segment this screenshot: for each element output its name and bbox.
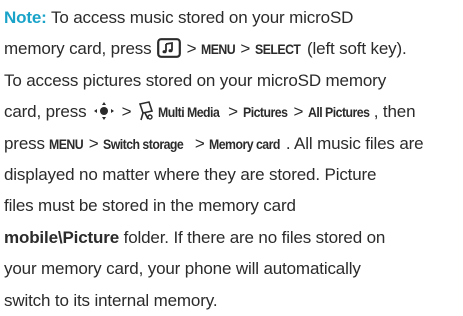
multimedia-label: Multi Media [157, 104, 220, 121]
line-9: your memory card, your phone will automa… [4, 259, 361, 279]
pictures-label: Pictures [242, 104, 288, 121]
line-1: Note: To access music stored on your mic… [4, 2, 462, 33]
line-2: memory card, press > MENU > SELECT (left… [4, 33, 462, 64]
menu-key-label: MENU [201, 41, 236, 58]
line-4: card, press > Multi Media > Pictures > A… [4, 96, 462, 127]
line-10: switch to its internal memory. [4, 290, 218, 310]
menu-key-label: MENU [49, 135, 84, 152]
text: press [4, 133, 50, 153]
line-7: files must be stored in the memory card [4, 196, 296, 216]
multimedia-icon [137, 100, 155, 121]
memory-card-label: Memory card [209, 135, 281, 152]
select-key-label: SELECT [254, 41, 301, 58]
text: > [117, 102, 136, 122]
text: (left soft key). [302, 39, 407, 59]
text: , then [373, 102, 416, 122]
text: memory card, press [4, 39, 157, 59]
note-label: Note: [4, 8, 47, 27]
text: > [190, 133, 210, 153]
line-5: press MENU > Switch storage > Memory car… [4, 128, 462, 159]
text: card, press [4, 102, 92, 122]
text: folder. If there are no files stored on [119, 227, 386, 247]
text: > [288, 102, 308, 122]
switch-storage-label: Switch storage [103, 135, 184, 152]
text: . All music files are [285, 133, 424, 153]
text: > [182, 39, 202, 59]
note-paragraph: Note: To access music stored on your mic… [4, 2, 462, 316]
music-key-icon [157, 38, 181, 58]
line-6: displayed no matter where they are store… [4, 164, 377, 184]
text: To access music stored on your microSD [46, 8, 354, 27]
line-3: To access pictures stored on your microS… [4, 70, 387, 90]
text: > [235, 39, 255, 59]
navigation-key-icon [93, 101, 115, 121]
text: > [223, 102, 243, 122]
text: > [84, 133, 104, 153]
line-8: mobile\Picture folder. If there are no f… [4, 222, 462, 253]
folder-path: mobile\Picture [4, 227, 120, 247]
all-pictures-label: All Pictures [307, 104, 370, 121]
